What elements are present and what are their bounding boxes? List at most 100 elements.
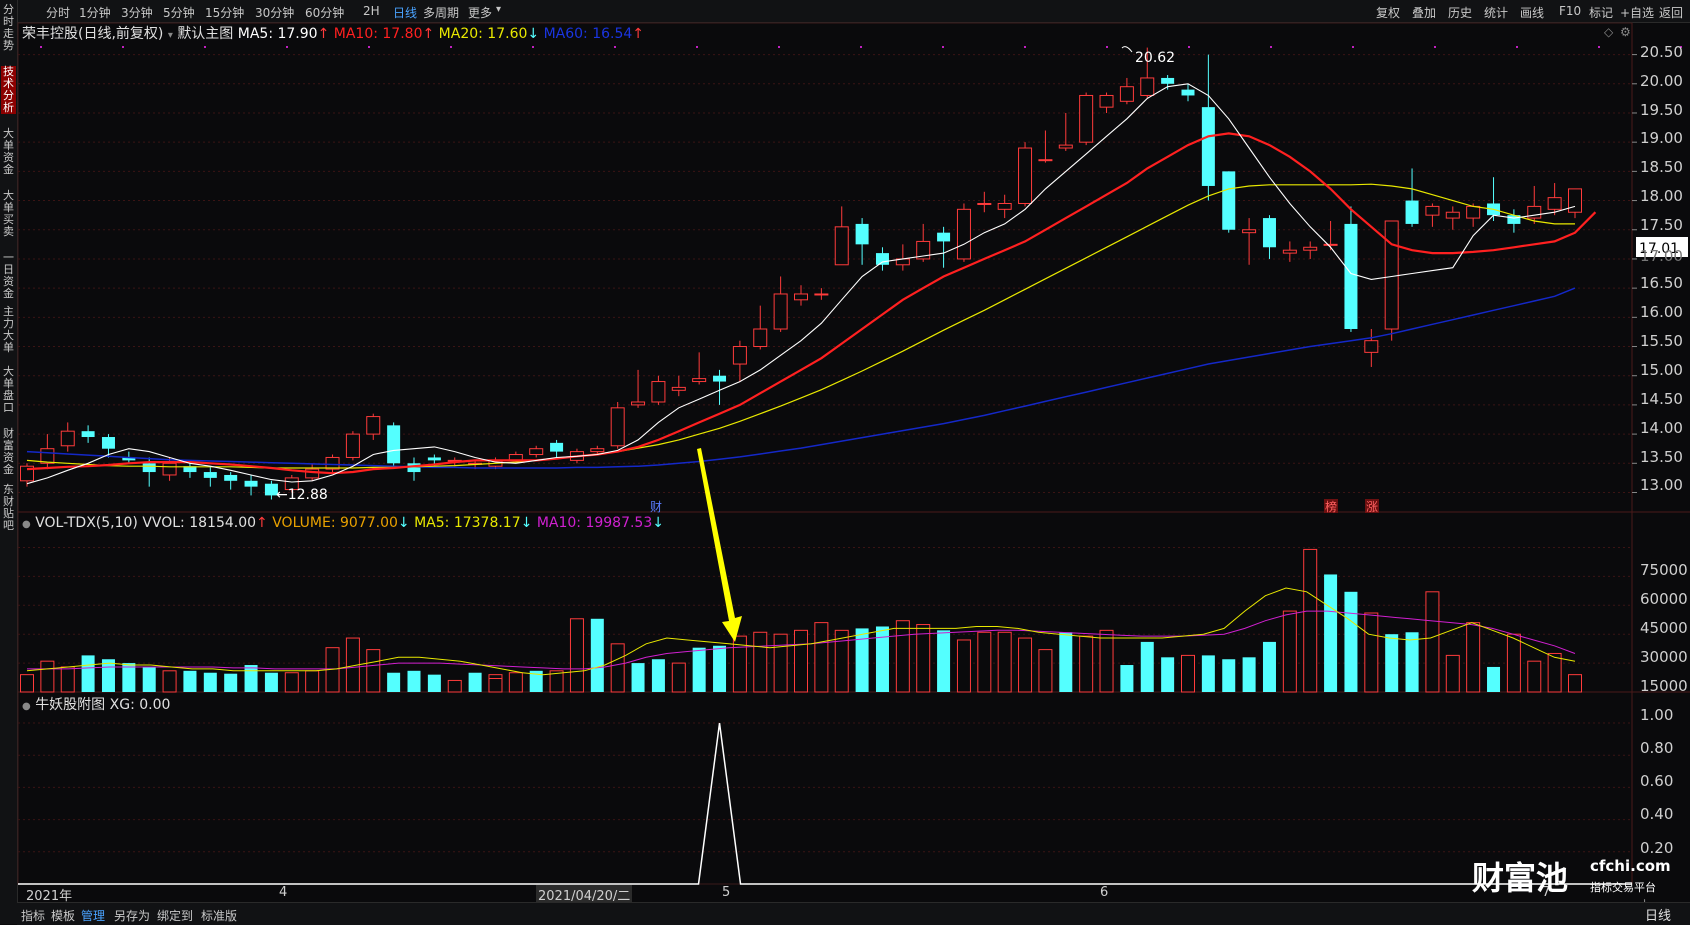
candle-body-down	[183, 466, 197, 473]
event-dot	[1598, 46, 1600, 48]
volume-bar-down	[142, 666, 156, 692]
candle-body-up	[447, 459, 462, 462]
volume-ma-lines	[26, 587, 1576, 676]
more-dropdown-icon[interactable]: ▾	[496, 4, 501, 15]
candle-body-up	[1079, 94, 1094, 143]
overlay-button[interactable]: 叠加	[1412, 4, 1436, 21]
indicator-title: 牛妖股附图 XG: 0.00	[35, 697, 171, 713]
tab-3min[interactable]: 3分钟	[121, 4, 153, 21]
ma10-arrow: ↑	[422, 26, 435, 42]
candle-body-up	[305, 468, 320, 479]
price-tick: 14.00	[1640, 419, 1683, 437]
sidebar-item-main-block[interactable]: 主力大单	[1, 306, 16, 354]
candle-body-up	[1445, 211, 1460, 219]
candle-body-up	[794, 293, 808, 301]
tab-standard[interactable]: 标准版	[201, 907, 237, 924]
rank-marker[interactable]: 榜	[1325, 499, 1337, 514]
history-button[interactable]: 历史	[1448, 4, 1472, 21]
f10-button[interactable]: F10	[1559, 4, 1581, 18]
volume-bar-up	[345, 637, 360, 693]
tab-5min[interactable]: 5分钟	[163, 4, 195, 21]
vol-volume-arrow: ↓	[397, 515, 410, 531]
volume-bar-up	[794, 631, 808, 693]
watermark-domain: cfchi.com	[1590, 857, 1671, 875]
layout-name[interactable]: 默认主图	[177, 26, 233, 42]
statistics-button[interactable]: 统计	[1484, 4, 1508, 21]
sidebar-item-daily-funds[interactable]: 一日资金	[1, 252, 16, 300]
sidebar-item-wealth-funds[interactable]: 财富资金	[1, 428, 16, 476]
volume-bar-down	[1262, 641, 1276, 692]
candle-body-up	[692, 378, 707, 383]
period-label[interactable]: 日线	[1645, 905, 1671, 924]
tab-indicator[interactable]: 指标	[21, 907, 45, 924]
tab-template[interactable]: 模板	[51, 907, 75, 924]
candle-body-down	[550, 442, 564, 452]
event-dot	[204, 46, 206, 48]
tab-multi-period[interactable]: 多周期	[423, 4, 459, 21]
back-button[interactable]: 返回	[1659, 4, 1683, 21]
tab-save-as[interactable]: 另存为	[114, 907, 150, 924]
date-tick: 5	[722, 885, 731, 900]
event-dot	[450, 46, 452, 48]
tab-15min[interactable]: 15分钟	[205, 4, 244, 21]
volume-bar-up	[1425, 591, 1440, 693]
finance-marker[interactable]: 财	[650, 500, 662, 514]
volume-bar-down	[1120, 665, 1134, 692]
tab-daily[interactable]: 日线	[393, 4, 417, 21]
candle-body-up	[1099, 94, 1114, 108]
event-dot	[1188, 46, 1190, 48]
volume-bar-up	[1282, 610, 1297, 693]
tab-2h[interactable]: 2H	[363, 4, 380, 18]
tab-30min[interactable]: 30分钟	[255, 4, 294, 21]
ma20-arrow: ↓	[527, 26, 540, 42]
volume-bar-up	[1303, 548, 1318, 693]
candle-body-up	[1364, 340, 1379, 353]
sidebar-item-intraday-trend[interactable]: 分时走势	[1, 4, 16, 52]
indicator-dot-icon: ●	[22, 701, 31, 712]
rank-marker-box	[1324, 499, 1338, 513]
tab-bind-to[interactable]: 绑定到	[157, 907, 193, 924]
draw-line-button[interactable]: 画线	[1520, 4, 1544, 21]
volume-bar-up	[508, 672, 523, 693]
volume-tick: 30000	[1640, 648, 1688, 666]
volume-bar-down	[651, 659, 665, 692]
volume-bar-down	[101, 659, 115, 692]
volume-bar-down	[590, 618, 604, 692]
settings-icon[interactable]: ⚙	[1620, 25, 1631, 39]
watermark: 财富池 cfchi.com 指标交易平台	[1472, 853, 1671, 901]
candle-body-up	[916, 240, 931, 260]
ma60-line	[26, 287, 1576, 469]
diamond-icon[interactable]: ◇	[1604, 25, 1614, 39]
sidebar-item-technical-analysis[interactable]: 技术分析	[1, 66, 16, 114]
candle-body-down	[875, 253, 889, 265]
event-dot	[368, 46, 370, 48]
tab-manage[interactable]: 管理	[81, 907, 105, 924]
tab-60min[interactable]: 60分钟	[305, 4, 344, 21]
add-watchlist-button[interactable]: +自选	[1620, 4, 1654, 21]
volume-bar-up	[162, 670, 177, 693]
sidebar-item-forum[interactable]: 东财贴吧	[1, 484, 16, 532]
restore-rights-button[interactable]: 复权	[1376, 4, 1400, 21]
limit-up-marker[interactable]: 涨	[1366, 499, 1378, 514]
tab-1min[interactable]: 1分钟	[79, 4, 111, 21]
candle-body-up	[895, 258, 910, 266]
tab-intraday[interactable]: 分时	[46, 4, 70, 21]
volume-bar-down	[631, 663, 645, 692]
volume-bar-up	[1364, 612, 1379, 693]
sidebar-item-block-orderbook[interactable]: 大单盘口	[1, 366, 16, 414]
mark-button[interactable]: 标记	[1589, 4, 1613, 21]
sidebar-item-block-funds[interactable]: 大单资金	[1, 128, 16, 176]
volume-bar-down	[244, 665, 258, 692]
vol-title-arrow: ↑	[256, 515, 268, 531]
volume-bar-up	[794, 629, 808, 693]
candle-body-up	[1384, 220, 1399, 330]
candle-body-up	[1038, 159, 1053, 162]
sidebar-item-block-trades[interactable]: 大单买卖	[1, 190, 16, 238]
volume-bar-up	[1099, 631, 1114, 693]
stock-dropdown-icon[interactable]: ▾	[168, 30, 173, 41]
candle-body-down	[101, 437, 115, 449]
candle-body-up	[284, 477, 299, 491]
price-tick: 19.00	[1640, 129, 1683, 147]
ma20-readout: MA20: 17.60	[438, 26, 528, 42]
tab-more[interactable]: 更多	[468, 4, 492, 21]
